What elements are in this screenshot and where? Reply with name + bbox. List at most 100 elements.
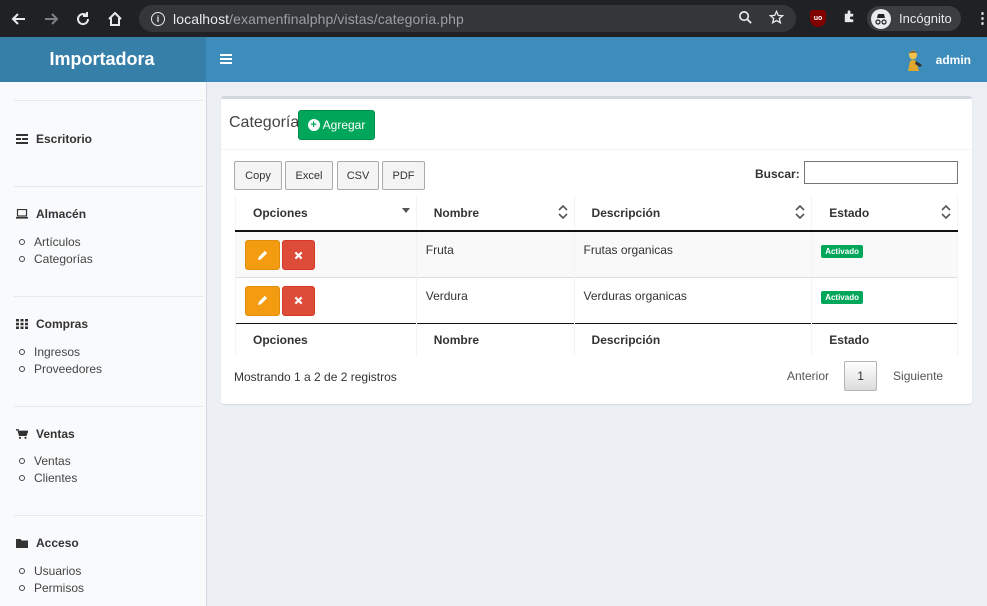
status-badge: Activado	[821, 245, 863, 258]
add-button[interactable]: + Agregar	[298, 110, 375, 140]
incognito-badge[interactable]: Incógnito	[867, 6, 961, 31]
footer-opciones: Opciones	[235, 322, 417, 356]
page-1-button[interactable]: 1	[844, 361, 878, 391]
top-navbar: admin	[206, 37, 987, 82]
address-bar[interactable]: i localhost/examenfinalphp/vistas/catego…	[139, 5, 796, 32]
zoom-icon[interactable]	[738, 10, 753, 28]
sidebar-item-acceso[interactable]: Acceso	[16, 536, 79, 550]
cart-icon	[16, 429, 28, 439]
menu-icon[interactable]: ⋮	[975, 9, 987, 27]
circle-icon	[19, 239, 25, 245]
delete-button[interactable]	[282, 285, 315, 316]
sidebar-toggle-icon[interactable]	[220, 50, 232, 70]
url-text[interactable]: localhost/examenfinalphp/vistas/categori…	[173, 11, 464, 27]
folder-icon	[16, 538, 28, 548]
laptop-icon	[16, 209, 28, 219]
sidebar-divider	[14, 186, 203, 187]
sidebar-item-permisos[interactable]: Permisos	[19, 581, 84, 595]
pagination: Anterior 1 Siguiente	[787, 361, 943, 391]
circle-icon	[19, 568, 25, 574]
user-menu[interactable]: admin	[905, 49, 971, 71]
plus-circle-icon: +	[307, 119, 320, 131]
sidebar-sublabel: Ingresos	[34, 345, 81, 359]
estado-cell: Activado	[811, 276, 958, 323]
excel-button[interactable]: Excel	[285, 161, 333, 190]
circle-icon	[19, 458, 25, 464]
ublock-icon[interactable]: uo	[810, 10, 826, 27]
csv-button[interactable]: CSV	[337, 161, 379, 190]
column-header-opciones[interactable]: Opciones	[235, 195, 417, 232]
next-page-link[interactable]: Siguiente	[893, 369, 943, 383]
column-label: Descripción	[591, 205, 661, 220]
sidebar-label: Almacén	[36, 207, 87, 221]
nombre-cell: Verdura	[415, 276, 575, 323]
circle-icon	[19, 475, 25, 481]
table-row: Fruta Frutas organicas Activado	[235, 230, 958, 277]
table-header-row: Opciones Nombre Descripción Estado	[235, 195, 958, 232]
sidebar-label: Compras	[36, 317, 89, 331]
sidebar-item-escritorio[interactable]: Escritorio	[16, 132, 92, 146]
sidebar-item-proveedores[interactable]: Proveedores	[19, 362, 102, 376]
extensions-icon[interactable]	[842, 9, 857, 28]
table-row: Verdura Verduras organicas Activado	[235, 276, 958, 323]
info-icon[interactable]: i	[151, 11, 165, 26]
options-cell	[235, 276, 417, 323]
estado-cell: Activado	[811, 230, 958, 277]
sort-icon	[795, 205, 805, 219]
edit-button[interactable]	[245, 285, 280, 316]
data-table: Opciones Nombre Descripción Estado Fruta…	[235, 195, 958, 356]
circle-icon	[19, 585, 25, 591]
descripcion-cell: Verduras organicas	[573, 276, 813, 323]
column-header-estado[interactable]: Estado	[811, 195, 958, 232]
sidebar-item-categorias[interactable]: Categorías	[19, 252, 93, 266]
sidebar-item-articulos[interactable]: Artículos	[19, 235, 81, 249]
app-header: Importadora admin	[0, 37, 987, 82]
sidebar-sublabel: Permisos	[34, 581, 85, 595]
sidebar-item-clientes[interactable]: Clientes	[19, 471, 77, 485]
forward-icon[interactable]	[40, 8, 62, 30]
back-icon[interactable]	[8, 8, 30, 30]
column-header-descripcion[interactable]: Descripción	[573, 195, 813, 232]
sidebar-sublabel: Proveedores	[34, 362, 103, 376]
app-logo[interactable]: Importadora	[0, 37, 206, 82]
sort-icon	[557, 205, 568, 219]
sidebar-sublabel: Ventas	[34, 454, 71, 468]
star-icon[interactable]	[768, 9, 785, 28]
sidebar-item-compras[interactable]: Compras	[16, 317, 88, 331]
reload-icon[interactable]	[72, 8, 94, 30]
circle-icon	[19, 366, 25, 372]
previous-page-link[interactable]: Anterior	[787, 369, 829, 383]
delete-button[interactable]	[282, 240, 315, 270]
sidebar-sublabel: Usuarios	[34, 564, 82, 578]
sidebar-divider	[14, 515, 203, 516]
footer-nombre: Nombre	[415, 322, 575, 356]
descripcion-cell: Frutas organicas	[573, 230, 813, 277]
column-header-nombre[interactable]: Nombre	[415, 195, 575, 232]
search-input[interactable]	[804, 161, 958, 184]
sidebar-item-almacen[interactable]: Almacén	[16, 207, 86, 221]
edit-button[interactable]	[245, 240, 280, 270]
nombre-cell: Fruta	[415, 230, 575, 277]
sidebar-divider	[14, 100, 203, 101]
sidebar-sublabel: Artículos	[34, 235, 81, 249]
status-badge: Activado	[821, 290, 863, 304]
home-icon[interactable]	[104, 8, 126, 30]
pdf-button[interactable]: PDF	[382, 161, 425, 190]
add-button-label: Agregar	[322, 118, 366, 132]
incognito-label: Incógnito	[899, 11, 952, 26]
url-path: /examenfinalphp/vistas/categoria.php	[229, 10, 464, 27]
box-header-divider	[221, 149, 972, 150]
sidebar-divider	[14, 406, 203, 407]
options-cell	[235, 230, 417, 277]
pencil-icon	[257, 250, 268, 260]
sidebar-item-ventas-sub[interactable]: Ventas	[19, 454, 71, 468]
incognito-icon	[871, 8, 891, 29]
sidebar-item-usuarios[interactable]: Usuarios	[19, 564, 81, 578]
copy-button[interactable]: Copy	[234, 161, 282, 190]
close-icon	[294, 251, 303, 259]
sidebar-item-ingresos[interactable]: Ingresos	[19, 345, 80, 359]
user-name: admin	[935, 53, 971, 67]
sidebar-item-ventas[interactable]: Ventas	[16, 427, 75, 441]
circle-icon	[19, 256, 25, 262]
sidebar: Escritorio Almacén Artículos Categorías …	[0, 82, 207, 606]
